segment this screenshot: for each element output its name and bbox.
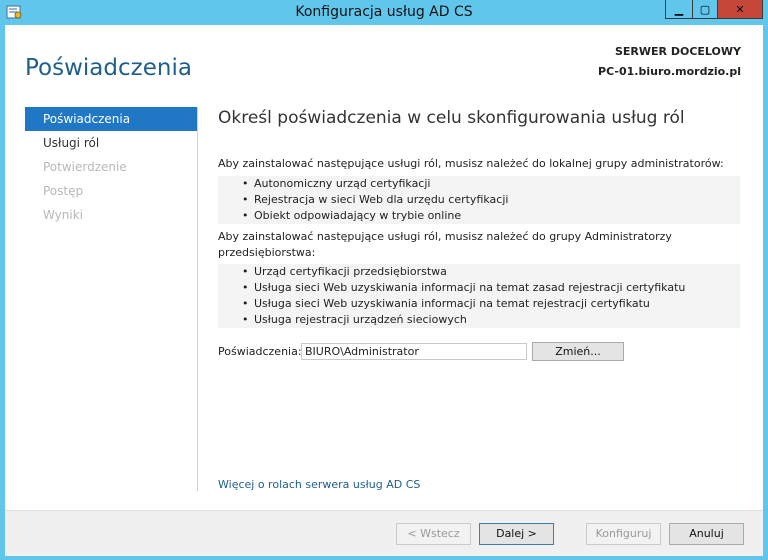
page-title: Poświadczenia <box>25 55 192 81</box>
server-label: SERWER DOCELOWY <box>615 45 741 58</box>
list-item: Usługa sieci Web uzyskiwania informacji … <box>218 296 740 312</box>
enterprise-admin-roles-list: Urząd certyfikacji przedsiębiorstwa Usłu… <box>218 264 740 328</box>
enterprise-admins-text-line1: Aby zainstalować następujące usługi ról,… <box>218 230 672 243</box>
nav-item-progress: Postęp <box>43 184 84 198</box>
configure-button[interactable]: Konfiguruj <box>586 523 661 545</box>
list-item: Urząd certyfikacji przedsiębiorstwa <box>218 264 740 280</box>
nav-item-credentials[interactable]: Poświadczenia <box>25 107 197 131</box>
nav-item-role-services[interactable]: Usługi ról <box>25 131 197 155</box>
title-bar: Konfiguracja usług AD CS ▁ ▢ ✕ <box>0 0 768 25</box>
list-item: Usługa sieci Web uzyskiwania informacji … <box>218 280 740 296</box>
list-item: Obiekt odpowiadający w trybie online <box>218 208 740 224</box>
list-item: Rejestracja w sieci Web dla urzędu certy… <box>218 192 740 208</box>
credentials-field[interactable]: BIURO\Administrator <box>301 343 527 360</box>
maximize-button[interactable]: ▢ <box>692 0 718 19</box>
next-button[interactable]: Dalej > <box>479 523 554 545</box>
cancel-button[interactable]: Anuluj <box>669 523 744 545</box>
close-button[interactable]: ✕ <box>717 0 763 19</box>
nav-item-results: Wyniki <box>43 208 83 222</box>
local-admin-roles-list: Autonomiczny urząd certyfikacji Rejestra… <box>218 176 740 224</box>
list-item: Autonomiczny urząd certyfikacji <box>218 176 740 192</box>
local-admins-text: Aby zainstalować następujące usługi ról,… <box>218 157 724 170</box>
server-name: PC-01.biuro.mordzio.pl <box>598 65 741 78</box>
back-button[interactable]: < Wstecz <box>396 523 471 545</box>
change-credentials-button[interactable]: Zmień... <box>532 342 624 361</box>
minimize-button[interactable]: ▁ <box>665 0 693 19</box>
enterprise-admins-text-line2: przedsiębiorstwa: <box>218 246 316 259</box>
nav-item-confirmation: Potwierdzenie <box>43 160 127 174</box>
close-icon: ✕ <box>735 2 745 16</box>
maximize-icon: ▢ <box>699 2 711 16</box>
credentials-label: Poświadczenia: <box>218 345 302 358</box>
minimize-icon: ▁ <box>674 2 684 16</box>
wizard-footer: < Wstecz Dalej > Konfiguruj Anuluj <box>5 510 763 556</box>
section-heading: Określ poświadczenia w celu skonfigurowa… <box>218 108 685 128</box>
wizard-client-area: Poświadczenia SERWER DOCELOWY PC-01.biur… <box>5 25 763 556</box>
list-item: Usługa rejestracji urządzeń sieciowych <box>218 312 740 328</box>
wizard-nav: Poświadczenia Usługi ról Potwierdzenie P… <box>25 107 198 491</box>
window-title: Konfiguracja usług AD CS <box>295 4 473 20</box>
more-info-link[interactable]: Więcej o rolach serwera usług AD CS <box>218 478 420 491</box>
